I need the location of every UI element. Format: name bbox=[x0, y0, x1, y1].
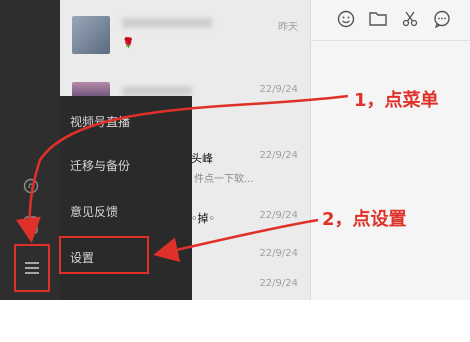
arrow-to-settings bbox=[153, 218, 319, 263]
annotation-step2: 2，点设置 bbox=[322, 209, 407, 230]
annotation-step1: 1，点菜单 bbox=[354, 90, 439, 111]
annotation-arrows bbox=[16, 94, 349, 263]
arrow-to-menu bbox=[16, 94, 349, 243]
